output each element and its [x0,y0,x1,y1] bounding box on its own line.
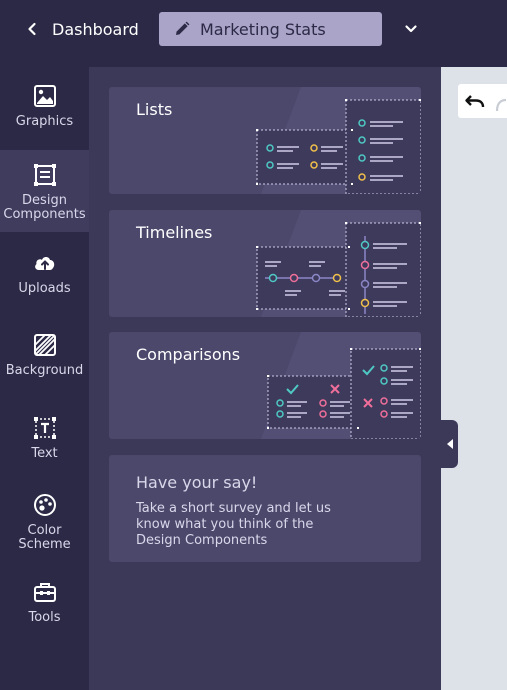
rail-label: Tools [28,610,61,625]
cloud-upload-icon [34,257,54,270]
caret-left-icon [446,439,453,449]
pencil-icon [176,21,190,35]
rail-item-graphics[interactable]: Graphics [0,83,89,149]
chevron-left-icon [28,22,36,36]
rail-item-uploads[interactable]: Uploads [0,250,89,310]
timelines-preview-illustration [256,210,421,317]
redo-button[interactable] [494,84,507,118]
rail-item-color-scheme[interactable]: Color Scheme [0,492,89,554]
card-title: Lists [136,100,173,119]
back-to-dashboard-link[interactable]: Dashboard [24,16,139,42]
rail-label: Graphics [15,114,74,129]
rail-label: Background [5,363,84,378]
chevron-down-icon[interactable] [401,19,421,39]
rail-item-text[interactable]: Text [0,415,89,475]
survey-card[interactable]: Have your say! Take a short survey and l… [109,455,421,562]
components-icon [33,164,56,186]
survey-text: Take a short survey and let us know what… [136,501,331,548]
background-pattern-icon [33,334,56,356]
rail-label: Uploads [18,281,71,296]
undo-icon [465,95,485,108]
design-components-panel: Lists Timelines Comparisons Have your sa… [89,67,441,690]
editor-canvas-area [441,67,507,690]
rail-label: Color Scheme [18,523,71,552]
palette-icon [33,494,56,516]
text-icon [33,417,56,439]
timelines-card[interactable]: Timelines [109,210,421,317]
comparisons-preview-illustration [261,332,421,439]
left-rail: Graphics Design Components Uploads Backg… [0,67,89,690]
comparisons-card[interactable]: Comparisons [109,332,421,439]
card-title: Timelines [136,223,213,242]
back-label: Dashboard [52,19,139,39]
project-title-field[interactable]: Marketing Stats [159,12,382,46]
survey-heading: Have your say! [136,473,258,492]
edit-toolbar [458,84,507,118]
collapse-panel-button[interactable] [441,420,458,468]
project-title: Marketing Stats [200,19,326,39]
rail-item-tools[interactable]: Tools [0,579,89,639]
lists-preview-illustration [256,87,421,194]
redo-icon [495,98,507,112]
undo-button[interactable] [458,84,492,118]
rail-item-background[interactable]: Background [0,332,89,392]
rail-label: Design Components [3,193,86,222]
toolbox-icon [33,583,56,602]
top-bar: Dashboard Marketing Stats [0,0,507,58]
image-icon [33,85,56,107]
rail-label: Text [31,446,58,461]
rail-item-design-components[interactable]: Design Components [0,150,89,232]
lists-card[interactable]: Lists [109,87,421,194]
card-title: Comparisons [136,345,241,364]
